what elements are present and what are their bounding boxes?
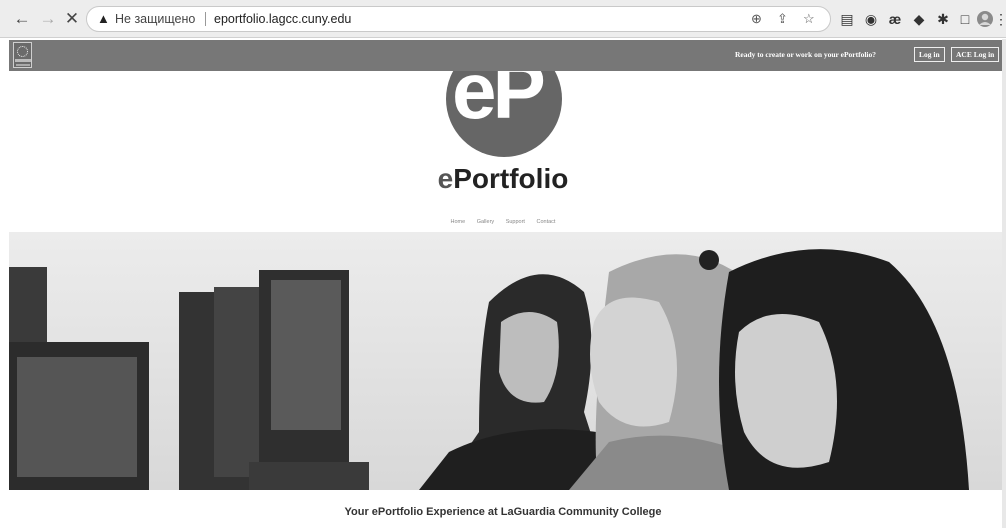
browser-toolbar: ← → ✕ ▲ Не защищено eportfolio.lagcc.cun… bbox=[0, 0, 1006, 38]
hero-image bbox=[9, 232, 1002, 490]
star-icon[interactable]: ☆ bbox=[803, 7, 815, 31]
security-label[interactable]: Не защищено bbox=[115, 7, 195, 31]
site-top-bar: Ready to create or work on your ePortfol… bbox=[9, 40, 1002, 71]
ace-login-button[interactable]: ACE Log in bbox=[951, 47, 1000, 62]
students-at-computers-photo bbox=[9, 232, 1002, 490]
login-button[interactable]: Log in bbox=[914, 47, 945, 62]
profile-avatar-icon[interactable] bbox=[976, 10, 994, 28]
main-nav: Home Gallery Support Contact bbox=[0, 219, 1006, 225]
logo-letters: eP bbox=[452, 71, 546, 135]
extension-icon[interactable]: æ bbox=[886, 10, 904, 28]
brand-header: eP ePortfolio Home Gallery Support Conta… bbox=[0, 71, 1006, 231]
hero-caption: Your ePortfolio Experience at LaGuardia … bbox=[344, 506, 662, 518]
address-separator bbox=[205, 12, 206, 26]
extension-icon[interactable]: ▤ bbox=[838, 10, 856, 28]
warning-icon[interactable]: ▲ bbox=[97, 7, 110, 31]
puzzle-icon[interactable]: ✱ bbox=[934, 10, 952, 28]
url-text[interactable]: eportfolio.lagcc.cuny.edu bbox=[214, 7, 351, 31]
extension-icon[interactable]: ◆ bbox=[910, 10, 928, 28]
login-prompt: Ready to create or work on your ePortfol… bbox=[735, 50, 877, 59]
eportfolio-wordmark: ePortfolio bbox=[437, 163, 569, 194]
more-menu-icon[interactable]: ⋮ bbox=[994, 10, 1006, 28]
side-panel-icon[interactable]: □ bbox=[956, 10, 974, 28]
nav-support[interactable]: Support bbox=[506, 219, 525, 225]
vertical-scrollbar[interactable] bbox=[1002, 39, 1006, 528]
share-icon[interactable]: ⇪ bbox=[777, 7, 788, 31]
address-bar[interactable]: ▲ Не защищено eportfolio.lagcc.cuny.edu … bbox=[86, 6, 831, 32]
forward-icon[interactable]: → bbox=[38, 9, 58, 29]
extension-icon[interactable]: ◉ bbox=[862, 10, 880, 28]
back-icon[interactable]: ← bbox=[12, 9, 32, 29]
nav-contact[interactable]: Contact bbox=[536, 219, 555, 225]
nav-gallery[interactable]: Gallery bbox=[477, 219, 494, 225]
laguardia-logo[interactable] bbox=[13, 42, 32, 68]
nav-home[interactable]: Home bbox=[451, 219, 466, 225]
ep-logo[interactable]: eP bbox=[446, 71, 562, 157]
stop-icon[interactable]: ✕ bbox=[62, 9, 82, 29]
zoom-icon[interactable]: ⊕ bbox=[751, 7, 762, 31]
